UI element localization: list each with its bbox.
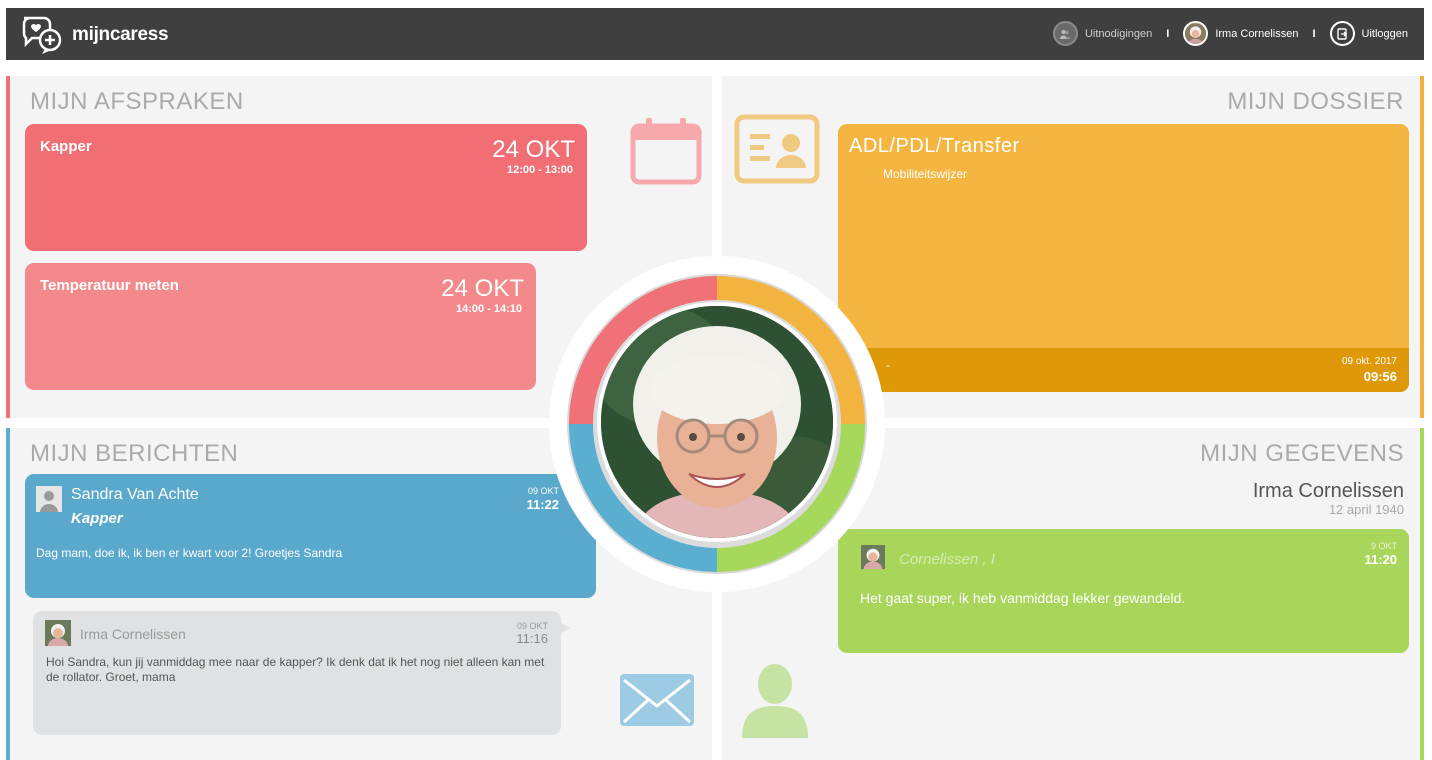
invitations-link[interactable]: Uitnodigingen — [1052, 21, 1153, 46]
envelope-icon[interactable] — [620, 674, 694, 726]
messages-title[interactable]: MIJN BERICHTEN — [30, 440, 238, 468]
dossier-title[interactable]: MIJN DOSSIER — [1227, 88, 1404, 116]
appointment-card[interactable]: Temperatuur meten 24 OKT 14:00 - 14:10 — [25, 263, 536, 390]
patient-name: Irma Cornelissen — [1252, 480, 1404, 502]
logout-icon — [1329, 21, 1355, 46]
profile-link[interactable]: Irma Cornelissen — [1183, 21, 1298, 46]
profile-name: Irma Cornelissen — [1215, 27, 1299, 40]
appointment-date: 24 OKT — [492, 136, 575, 163]
top-nav: Uitnodigingen I Irma Cornelissen I Uitlo… — [1052, 21, 1408, 46]
avatar — [1183, 21, 1209, 46]
appointment-title: Temperatuur meten — [40, 277, 179, 294]
dossier-time: 09:56 — [1363, 369, 1397, 384]
top-bar: mijncaress Uitnodigingen I Irma Cornelis… — [6, 8, 1424, 60]
message-time: 11:16 — [516, 631, 548, 646]
message-time: 11:20 — [1364, 552, 1397, 567]
dossier-card-subtitle: Mobiliteitswijzer — [883, 167, 968, 181]
message-card[interactable]: Cornelissen , I Het gaat super, ik heb v… — [838, 529, 1409, 653]
dossier-footer-text: - — [886, 358, 890, 372]
appointment-card[interactable]: Kapper 24 OKT 12:00 - 13:00 — [25, 124, 587, 251]
appointment-time: 12:00 - 13:00 — [506, 164, 573, 176]
profile-photo[interactable] — [601, 306, 833, 538]
dossier-card-footer: - 09 okt. 2017 09:56 — [838, 348, 1409, 392]
dossier-card[interactable]: ADL/PDL/Transfer Mobiliteitswijzer - 09 … — [838, 124, 1409, 392]
app-name[interactable]: mijncaress — [72, 24, 169, 46]
message-body: Dag mam, doe ik, ik ben er kwart voor 2!… — [36, 546, 343, 560]
logout-label: Uitloggen — [1361, 27, 1408, 40]
nav-separator: I — [1312, 27, 1316, 40]
nav-separator: I — [1166, 27, 1170, 40]
message-body: Hoi Sandra, kun jij vanmiddag mee naar d… — [46, 655, 545, 684]
message-subject: Kapper — [71, 510, 123, 527]
details-title[interactable]: MIJN GEGEVENS — [1200, 440, 1404, 468]
invitations-icon — [1052, 21, 1078, 46]
dossier-date: 09 okt. 2017 — [1341, 356, 1397, 367]
appointment-title: Kapper — [40, 138, 92, 155]
avatar — [45, 620, 71, 646]
message-sender: Irma Cornelissen — [80, 626, 186, 642]
message-tail — [558, 621, 570, 635]
appointments-title[interactable]: MIJN AFSPRAKEN — [30, 88, 244, 116]
message-date: 09 OKT — [516, 621, 548, 631]
id-card-icon[interactable] — [734, 114, 820, 184]
patient-dob: 12 april 1940 — [1328, 502, 1404, 517]
user-icon[interactable] — [740, 660, 810, 740]
logout-link[interactable]: Uitloggen — [1329, 21, 1408, 46]
appointment-time: 14:00 - 14:10 — [455, 303, 522, 315]
avatar — [36, 486, 62, 512]
message-card[interactable]: Sandra Van Achte Kapper Dag mam, doe ik,… — [25, 474, 596, 598]
message-date: 9 OKT — [1370, 541, 1397, 551]
dossier-card-title: ADL/PDL/Transfer — [849, 135, 1020, 157]
message-sender: Sandra Van Achte — [71, 486, 199, 503]
invitations-label: Uitnodigingen — [1084, 27, 1153, 40]
calendar-icon[interactable] — [630, 116, 702, 186]
profile-ring — [549, 256, 885, 592]
message-body: Het gaat super, ik heb vanmiddag lekker … — [860, 590, 1186, 606]
appointment-date: 24 OKT — [441, 275, 524, 302]
chat-bubbles-logo-icon[interactable] — [18, 12, 66, 56]
message-card[interactable]: Irma Cornelissen Hoi Sandra, kun jij van… — [33, 611, 561, 735]
message-sender: Cornelissen , I — [899, 551, 995, 568]
